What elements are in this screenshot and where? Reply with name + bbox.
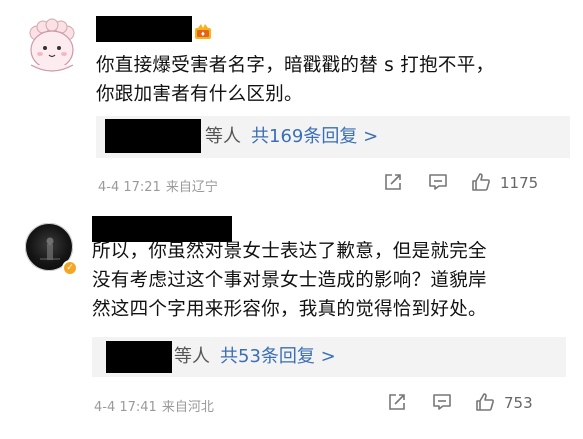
like-count: 1175 [500,174,539,192]
like-icon[interactable] [471,172,491,192]
reply-count-link[interactable]: 共169条回复 > [251,126,378,147]
comment-text-line: 没有考虑过这个事对景女士造成的影响？道貌岸 [92,270,487,291]
svg-text:♦: ♦ [200,31,205,38]
member-badge-icon: ♦ [195,24,211,39]
share-icon[interactable] [383,172,403,192]
reply-summary[interactable]: 等人 共169条回复 > [96,116,570,158]
comment-text: 所以，你虽然对景女士表达了歉意，但是就完全 没有考虑过这个事对景女士造成的影响？… [92,237,562,324]
comment-icon[interactable] [428,172,448,192]
share-icon[interactable] [387,392,407,412]
comment-text-line: 你直接爆受害者名字，暗戳戳的替 s 打抱不平， [96,55,495,76]
comment-text: 你直接爆受害者名字，暗戳戳的替 s 打抱不平， 你跟加害者有什么区别。 [96,51,566,109]
reply-count-link[interactable]: 共53条回复 > [220,346,336,367]
comment-item: ✓ 所以，你虽然对景女士表达了歉意，但是就完全 没有考虑过这个事对景女士造成的影… [0,210,583,439]
cartoon-avatar-icon [23,17,81,75]
avatar[interactable] [23,17,81,75]
comment-text-line: 你跟加害者有什么区别。 [96,84,303,105]
comment-icon[interactable] [432,392,452,412]
comment-text-line: 然这四个字用来形容你，我真的觉得恰到好处。 [92,299,487,320]
comment-meta: 4-4 17:21 来自辽宁 [98,176,218,195]
username-redacted[interactable] [96,16,192,42]
comment-item: ♦ 你直接爆受害者名字，暗戳戳的替 s 打抱不平， 你跟加害者有什么区别。 等人… [0,0,583,210]
comment-source: 来自河北 [161,400,214,415]
like-icon[interactable] [475,392,495,412]
like-count: 753 [504,394,533,412]
reply-username-redacted [105,119,201,153]
comment-time: 4-4 17:21 [98,180,161,195]
reply-username-redacted [106,341,172,373]
comment-meta: 4-4 17:41 来自河北 [94,396,214,415]
comment-source: 来自辽宁 [165,180,218,195]
verified-badge-icon: ✓ [62,260,78,276]
reply-people-label: 等人 [174,346,210,367]
comment-text-line: 所以，你虽然对景女士表达了歉意，但是就完全 [92,241,487,262]
comment-time: 4-4 17:41 [94,400,157,415]
avatar[interactable]: ✓ [25,223,78,276]
reply-people-label: 等人 [205,126,241,147]
reply-summary[interactable]: 等人 共53条回复 > [92,337,566,377]
